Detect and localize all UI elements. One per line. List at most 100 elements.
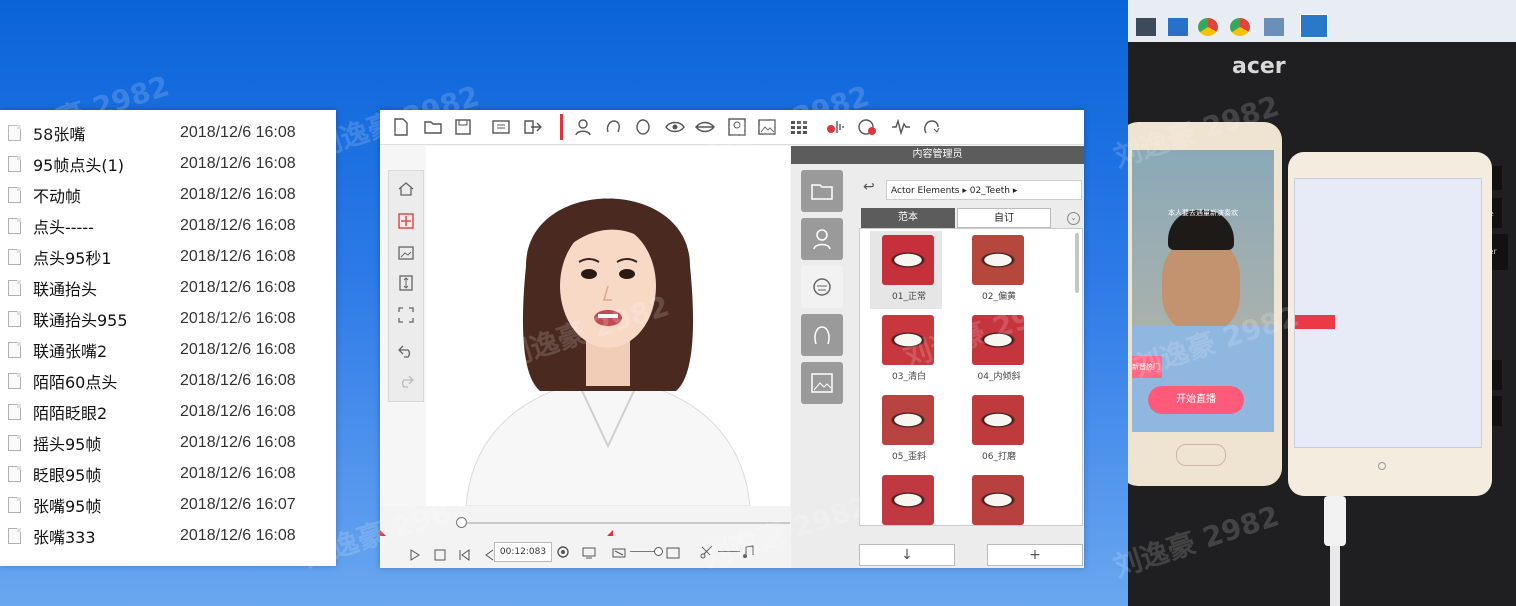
move-icon[interactable] [396,211,416,231]
open-folder-icon[interactable] [422,116,444,138]
file-list-item[interactable]: 陌陌眨眼2 2018/12/6 16:08 [0,396,336,427]
audio-record-icon[interactable] [824,116,846,138]
fullscreen-icon[interactable] [396,305,416,325]
file-date: 2018/12/6 16:08 [180,216,296,234]
eye-icon[interactable] [664,116,686,138]
file-list-item[interactable]: 联通抬头955 2018/12/6 16:08 [0,303,336,334]
new-file-icon[interactable] [390,116,412,138]
portrait-icon[interactable] [726,116,748,138]
phone-right [1288,152,1492,496]
step-back-icon[interactable] [484,546,494,565]
grid-icon[interactable] [788,116,810,138]
preview-stage[interactable] [426,146,790,507]
elements-tab-icon[interactable] [801,266,843,308]
head-icon[interactable] [632,116,654,138]
folder-tab-icon[interactable] [801,170,843,212]
save-icon[interactable] [452,116,474,138]
export-icon[interactable] [522,116,544,138]
tab-sample[interactable]: 范本 [861,208,955,228]
file-date: 2018/12/6 16:08 [180,154,296,172]
teeth-thumbnail[interactable]: 06_打磨 [960,391,1032,469]
start-marker[interactable] [380,530,386,536]
file-list-item[interactable]: 张嘴333 2018/12/6 16:08 [0,520,336,551]
zoom-slider-handle[interactable] [654,547,663,556]
file-list-item[interactable]: 点头95秒1 2018/12/6 16:08 [0,241,336,272]
camera-icon[interactable] [612,544,626,563]
import-icon[interactable] [490,116,512,138]
teeth-thumbnail[interactable]: 01_正常 [870,231,942,309]
image-icon[interactable] [756,116,778,138]
play-icon[interactable] [410,546,420,565]
stop-icon[interactable] [434,546,446,565]
scissors-icon[interactable] [700,544,714,563]
screen-icon[interactable] [582,544,596,563]
file-date: 2018/12/6 16:07 [180,495,296,513]
face-in-video [1162,240,1240,332]
settings-gear-icon[interactable] [556,544,570,563]
file-list-item[interactable]: 95帧点头(1) 2018/12/6 16:08 [0,148,336,179]
teeth-image [882,315,934,365]
file-name: 58张嘴 [33,124,86,144]
actor-tab-icon[interactable] [801,218,843,260]
start-live-button[interactable]: 开始直播 [1148,386,1244,414]
laptop-brand-logo: acer [1232,54,1286,79]
frame-icon[interactable] [396,243,416,263]
zoom-fit-icon[interactable] [666,544,680,563]
file-name: 点头95秒1 [33,248,112,268]
teeth-image [882,395,934,445]
hair-icon[interactable] [602,116,624,138]
file-name: 联通抬头955 [33,310,128,330]
prev-frame-icon[interactable] [458,546,470,565]
home-button [1176,444,1226,466]
undo-icon[interactable] [396,341,416,361]
file-name: 点头----- [33,217,94,237]
tab-custom[interactable]: 自订 [957,208,1051,228]
redo-icon[interactable] [396,371,416,391]
fit-height-icon[interactable] [396,273,416,293]
teeth-thumbnail[interactable] [960,471,1032,525]
taskbar-app-icon [1300,14,1328,38]
lips-icon[interactable] [694,116,716,138]
music-note-icon[interactable] [742,544,754,563]
teeth-thumbnail[interactable]: 03_清白 [870,311,942,389]
file-list-item[interactable]: 陌陌60点头 2018/12/6 16:08 [0,365,336,396]
usb-cable [1330,546,1340,606]
timeline-bar: 00:12:083 [380,506,792,568]
file-date: 2018/12/6 16:08 [180,371,296,389]
face-record-icon[interactable] [856,116,878,138]
head-rotate-icon[interactable] [920,116,942,138]
home-icon[interactable] [396,179,416,199]
teeth-image [882,475,934,525]
actor-icon[interactable] [572,116,594,138]
download-button[interactable]: ↓ [859,544,955,566]
file-list-item[interactable]: 张嘴95帧 2018/12/6 16:07 [0,489,336,520]
file-list-item[interactable]: 点头----- 2018/12/6 16:08 [0,210,336,241]
background-tab-icon[interactable] [801,362,843,404]
thumbnail-label: 05_歪斜 [892,452,926,462]
file-list-item[interactable]: 联通抬头 2018/12/6 16:08 [0,272,336,303]
file-icon [8,124,21,141]
back-arrow-icon[interactable]: ↩ [863,179,883,199]
teeth-thumbnail[interactable] [870,471,942,525]
file-date: 2018/12/6 16:08 [180,278,296,296]
waveform-icon[interactable] [890,116,912,138]
teeth-thumbnail[interactable]: 04_内倾斜 [960,311,1032,389]
end-marker[interactable] [607,530,613,536]
dropdown-chevron-icon[interactable]: ⌄ [1067,212,1080,225]
motion-tab-icon[interactable] [801,314,843,356]
file-list-item[interactable]: 眨眼95帧 2018/12/6 16:08 [0,458,336,489]
timecode-field[interactable]: 00:12:083 [494,542,552,562]
teeth-thumbnail[interactable]: 02_偏黄 [960,231,1032,309]
breadcrumb[interactable]: Actor Elements ▸ 02_Teeth ▸ [886,180,1082,200]
add-button[interactable]: + [987,544,1083,566]
teeth-thumbnail[interactable]: 05_歪斜 [870,391,942,469]
file-date: 2018/12/6 16:08 [180,123,296,141]
timeline-playhead[interactable] [456,517,467,528]
file-list-item[interactable]: 联通张嘴2 2018/12/6 16:08 [0,334,336,365]
hot-badge: 新晋热门 [1132,356,1162,378]
file-list-item[interactable]: 58张嘴 2018/12/6 16:08 [0,117,336,148]
file-name: 陌陌眨眼2 [33,403,108,423]
file-list-item[interactable]: 摇头95帧 2018/12/6 16:08 [0,427,336,458]
gallery-scrollbar[interactable] [1075,233,1079,293]
file-list-item[interactable]: 不动帧 2018/12/6 16:08 [0,179,336,210]
